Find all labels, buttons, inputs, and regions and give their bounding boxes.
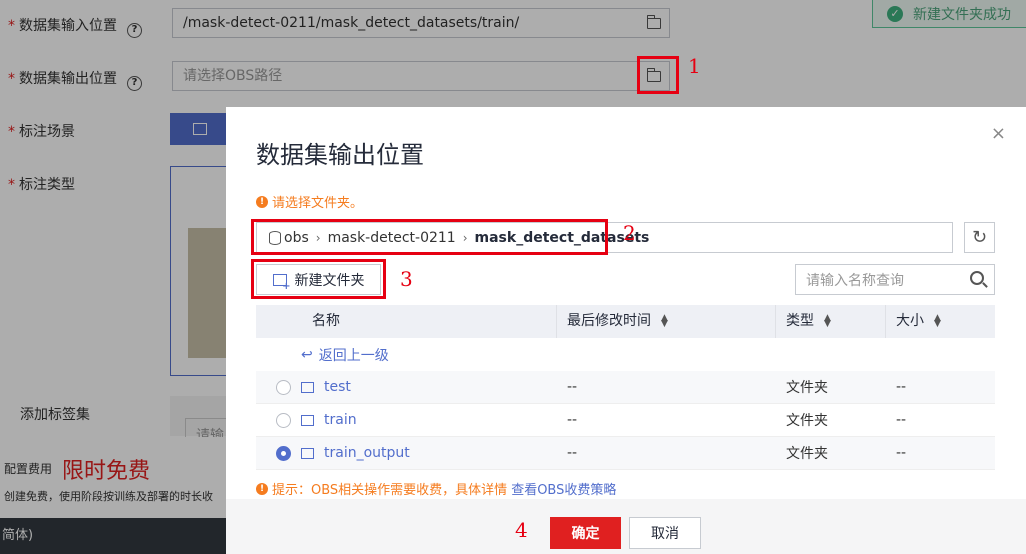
row-name[interactable]: train_output [324,445,410,461]
refresh-button[interactable]: ↻ [964,222,995,253]
dialog-title: 数据集输出位置 [256,141,424,169]
folder-icon [301,414,314,426]
row-radio[interactable] [276,412,291,428]
table-row[interactable]: train -- 文件夹 -- [256,404,995,437]
confirm-button[interactable]: 确定 [550,517,621,549]
column-type[interactable]: 类型 ▲ ▼ [776,305,886,338]
search-icon[interactable] [970,271,984,285]
refresh-icon: ↻ [971,227,988,248]
annotation-number-1: 1 [688,54,701,78]
row-radio[interactable] [276,379,291,395]
warning-icon: ! [256,482,268,495]
search-input[interactable]: 请输入名称查询 [795,264,995,295]
annotation-number-4: 4 [515,518,528,542]
sort-icon[interactable]: ▲ ▼ [661,314,668,329]
obs-fee-link[interactable]: 查看OBS收费策略 [511,479,616,498]
file-table: 名称 最后修改时间 ▲ ▼ 类型 ▲ ▼ 大小 ▲ ▼ ↩ 返回上一级 test -- 文件夹… [256,305,995,470]
close-icon[interactable]: × [991,123,1006,144]
cancel-button[interactable]: 取消 [629,517,701,549]
folder-icon [301,381,314,393]
annotation-box-1 [637,56,679,94]
table-header: 名称 最后修改时间 ▲ ▼ 类型 ▲ ▼ 大小 ▲ ▼ [256,305,995,338]
back-arrow-icon: ↩ [301,346,313,363]
warning-icon: ! [256,195,268,208]
annotation-box-2 [251,219,608,255]
sort-icon[interactable]: ▲ ▼ [824,314,831,329]
output-location-dialog: 数据集输出位置 × ! 请选择文件夹。 obs › mask-detect-021… [226,107,1026,554]
column-modified[interactable]: 最后修改时间 ▲ ▼ [557,305,776,338]
annotation-box-3 [251,259,386,299]
column-size[interactable]: 大小 ▲ ▼ [886,305,995,338]
row-radio-selected[interactable] [276,445,291,461]
dialog-footer [226,499,1026,554]
row-name[interactable]: test [324,379,351,395]
annotation-number-2: 2 [623,221,636,245]
annotation-number-3: 3 [400,267,413,291]
folder-icon [301,447,314,459]
row-name[interactable]: train [324,412,357,428]
warning-message: ! 请选择文件夹。 [256,192,363,211]
column-name: 名称 [256,305,557,338]
back-link[interactable]: ↩ 返回上一级 [256,338,995,371]
sort-icon[interactable]: ▲ ▼ [934,314,941,329]
table-row[interactable]: train_output -- 文件夹 -- [256,437,995,470]
table-row[interactable]: test -- 文件夹 -- [256,371,995,404]
fee-tip: ! 提示：OBS相关操作需要收费，具体详情 查看OBS收费策略 [256,479,616,498]
